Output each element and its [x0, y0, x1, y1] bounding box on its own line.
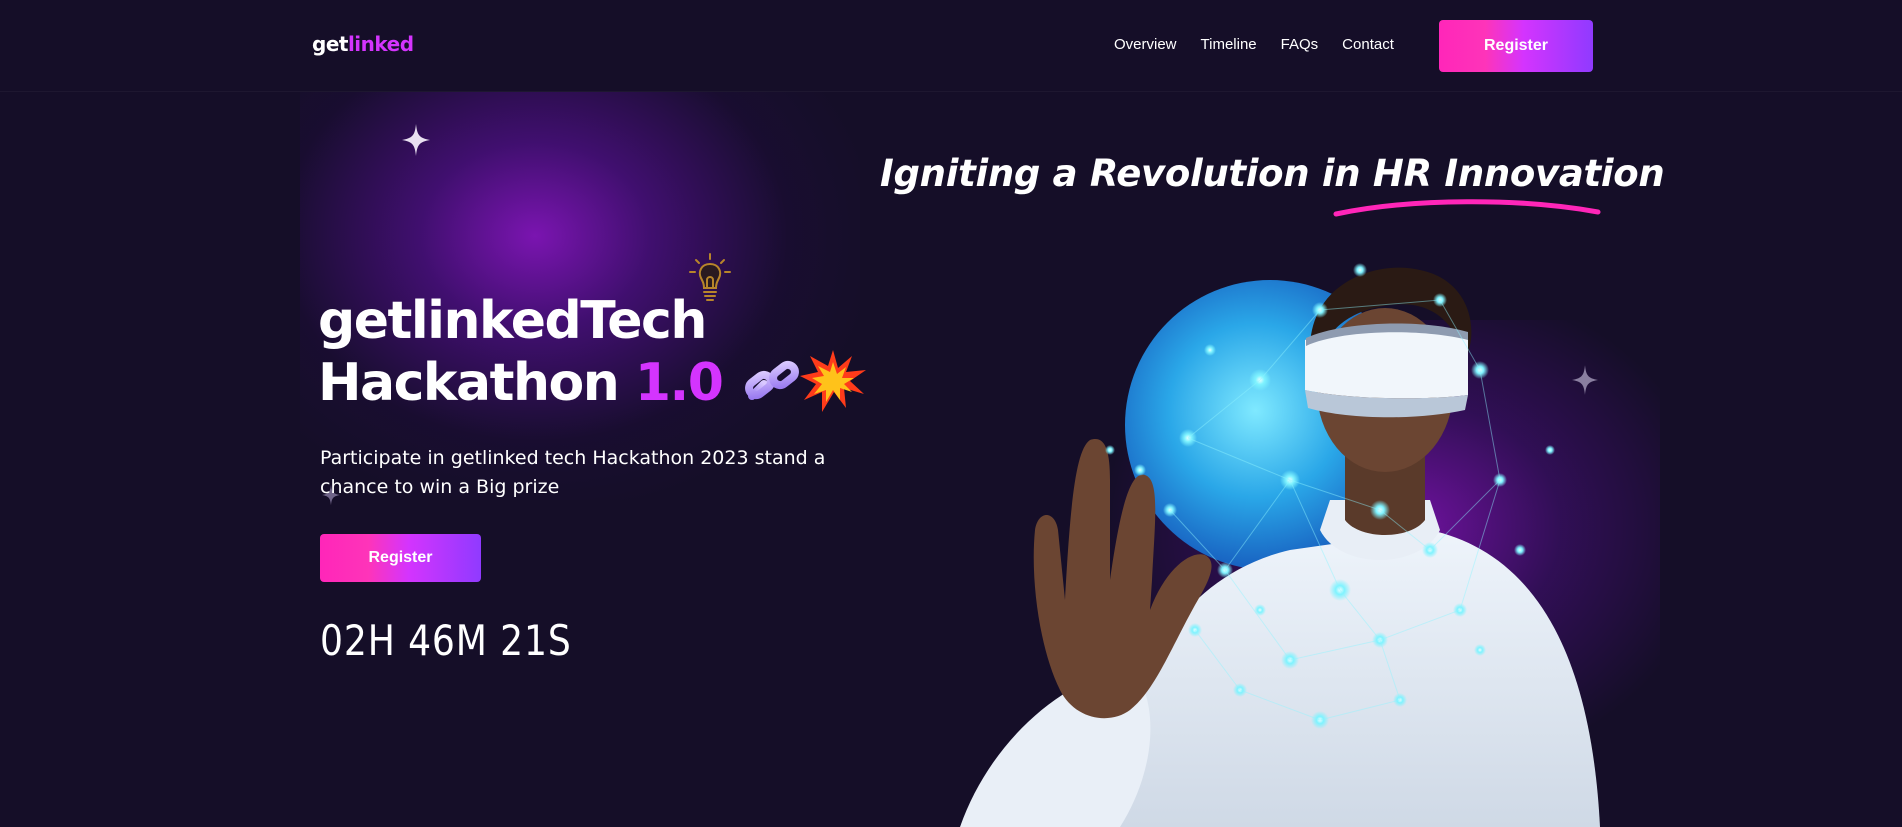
countdown-minutes-unit: M: [455, 616, 488, 665]
tagline-underline-icon: [1333, 199, 1601, 217]
collision-icon: [800, 350, 866, 412]
hero-vr-man-illustration: [960, 263, 1600, 827]
countdown-seconds-unit: S: [547, 616, 572, 665]
background-glow-left: [300, 60, 860, 500]
logo-text-get: get: [312, 32, 348, 56]
countdown-minutes: 46: [408, 616, 456, 665]
countdown-hours: 02: [320, 616, 368, 665]
hero-title: getlinkedTech Hackathon 1.0: [318, 290, 724, 414]
countdown-seconds: 21: [500, 616, 548, 665]
hero-tagline: Igniting a Revolution in HR Innovation: [880, 152, 1665, 195]
nav-timeline[interactable]: Timeline: [1201, 36, 1257, 53]
landing-page: getlinked Overview Timeline FAQs Contact…: [0, 0, 1902, 827]
countdown-timer: 02H 46M 21S: [320, 616, 572, 665]
chain-link-icon: [745, 360, 799, 400]
main-nav: Overview Timeline FAQs Contact: [1114, 36, 1418, 53]
header-register-button[interactable]: Register: [1439, 20, 1593, 72]
hero-register-button[interactable]: Register: [320, 534, 481, 582]
nav-contact[interactable]: Contact: [1342, 36, 1394, 53]
hero-title-version: 1.0: [634, 353, 724, 413]
hero-subtitle: Participate in getlinked tech Hackathon …: [320, 447, 826, 498]
site-header: getlinked Overview Timeline FAQs Contact…: [0, 0, 1902, 92]
nav-faqs[interactable]: FAQs: [1281, 36, 1319, 53]
hero-title-hackathon: Hackathon: [318, 353, 635, 413]
hero-title-line2: Hackathon 1.0: [318, 352, 724, 414]
hero-tagline-block: Igniting a Revolution in HR Innovation: [880, 152, 1665, 232]
logo[interactable]: getlinked: [312, 32, 414, 56]
sparkle-star-icon: [402, 124, 430, 156]
logo-text-linked: linked: [347, 32, 414, 56]
hero-title-line1: getlinkedTech: [318, 291, 707, 351]
nav-overview[interactable]: Overview: [1114, 36, 1177, 53]
countdown-hours-unit: H: [367, 616, 396, 665]
